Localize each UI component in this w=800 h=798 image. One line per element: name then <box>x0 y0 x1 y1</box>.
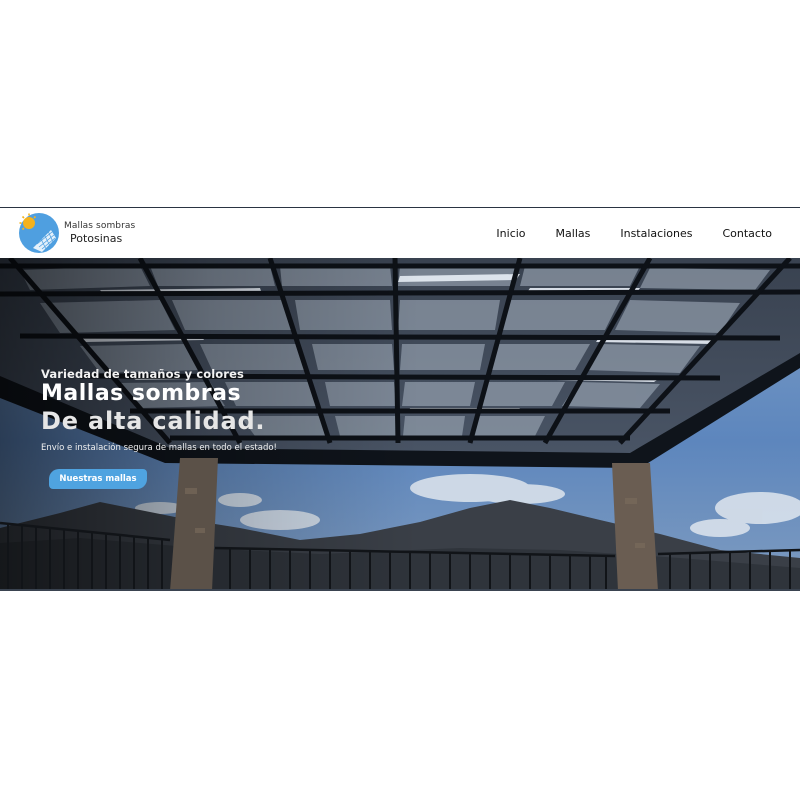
brand-line2: Potosinas <box>70 232 123 245</box>
hero-title-line1: Mallas sombras <box>41 381 242 406</box>
nuestras-mallas-button[interactable]: Nuestras mallas <box>49 469 147 489</box>
nav-item-inicio[interactable]: Inicio <box>496 227 525 240</box>
nav-item-mallas[interactable]: Mallas <box>556 227 591 240</box>
brand[interactable]: Mallas sombras Potosinas <box>18 212 138 254</box>
nav-item-instalaciones[interactable]: Instalaciones <box>620 227 692 240</box>
sun-shade-logo-icon <box>19 213 59 253</box>
hero-eyebrow: Variedad de tamaños y colores <box>41 367 244 381</box>
navbar: Mallas sombras Potosinas Inicio Mallas I… <box>0 208 800 258</box>
brand-name: Mallas sombras Potosinas <box>64 221 136 245</box>
brand-line1: Mallas sombras <box>64 221 136 231</box>
main-menu: Inicio Mallas Instalaciones Contacto <box>466 208 772 258</box>
hero-subtitle: Envío e instalación segura de mallas en … <box>41 443 277 453</box>
hero-text-block: Variedad de tamaños y colores Mallas som… <box>41 367 401 453</box>
hero-bottom-divider <box>0 589 800 591</box>
nav-item-contacto[interactable]: Contacto <box>722 227 772 240</box>
hero-title-line2: De alta calidad. <box>41 407 266 435</box>
